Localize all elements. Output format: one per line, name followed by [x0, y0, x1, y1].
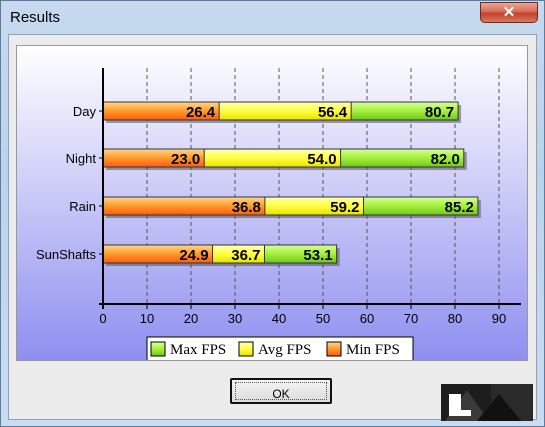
- ok-button-label: OK: [235, 382, 327, 401]
- bar-value-label: 23.0: [171, 151, 200, 168]
- bar-value-label: 59.2: [330, 199, 359, 216]
- dialog-client-area: 80.7 56.4 26.4 82.0 54.0 23.0 85.2 59.2 36.8 53.1…: [8, 34, 537, 421]
- bar-value-label: 36.7: [231, 247, 260, 264]
- title-bar[interactable]: Results ✕: [1, 1, 544, 35]
- bar-value-label: 53.1: [303, 247, 332, 264]
- bar-value-label: 26.4: [186, 104, 216, 121]
- category-label: SunShafts: [36, 247, 96, 262]
- x-tick-label: 0: [99, 311, 106, 326]
- x-tick-label: 60: [360, 311, 374, 326]
- x-tick-label: 50: [316, 311, 330, 326]
- bar-value-label: 24.9: [179, 247, 208, 264]
- x-tick-label: 20: [184, 311, 198, 326]
- x-tick-label: 70: [404, 311, 418, 326]
- x-tick-label: 80: [448, 311, 462, 326]
- bar-value-label: 85.2: [445, 199, 474, 216]
- x-tick-label: 10: [140, 311, 154, 326]
- bar-value-label: 54.0: [307, 151, 336, 168]
- window-title: Results: [10, 9, 61, 26]
- bar-value-label: 36.8: [232, 199, 261, 216]
- x-tick-label: 30: [228, 311, 242, 326]
- watermark-logo: [441, 384, 533, 421]
- bar-value-label: 56.4: [318, 104, 348, 121]
- legend-swatch: [326, 341, 342, 357]
- legend-label: Min FPS: [346, 342, 400, 358]
- bar-value-label: 82.0: [431, 151, 460, 168]
- legend-swatch: [150, 341, 166, 357]
- category-label: Rain: [69, 199, 96, 214]
- category-label: Day: [73, 104, 97, 119]
- x-tick-label: 90: [492, 311, 506, 326]
- fps-bar-chart: 80.7 56.4 26.4 82.0 54.0 23.0 85.2 59.2 36.8 53.1…: [17, 46, 527, 360]
- results-window: Results ✕ 80.7 56.4 26.4 82.0 54.0 23.0 …: [0, 0, 545, 427]
- legend-label: Avg FPS: [258, 342, 312, 358]
- ok-button[interactable]: OK: [230, 378, 332, 404]
- bar-value-label: 80.7: [425, 104, 454, 121]
- results-chart: 80.7 56.4 26.4 82.0 54.0 23.0 85.2 59.2 36.8 53.1…: [16, 45, 528, 361]
- close-button[interactable]: ✕: [480, 2, 538, 23]
- close-icon: ✕: [502, 4, 516, 21]
- x-tick-label: 40: [272, 311, 286, 326]
- category-label: Night: [66, 151, 97, 166]
- legend-swatch: [238, 341, 254, 357]
- legend-label: Max FPS: [170, 342, 226, 358]
